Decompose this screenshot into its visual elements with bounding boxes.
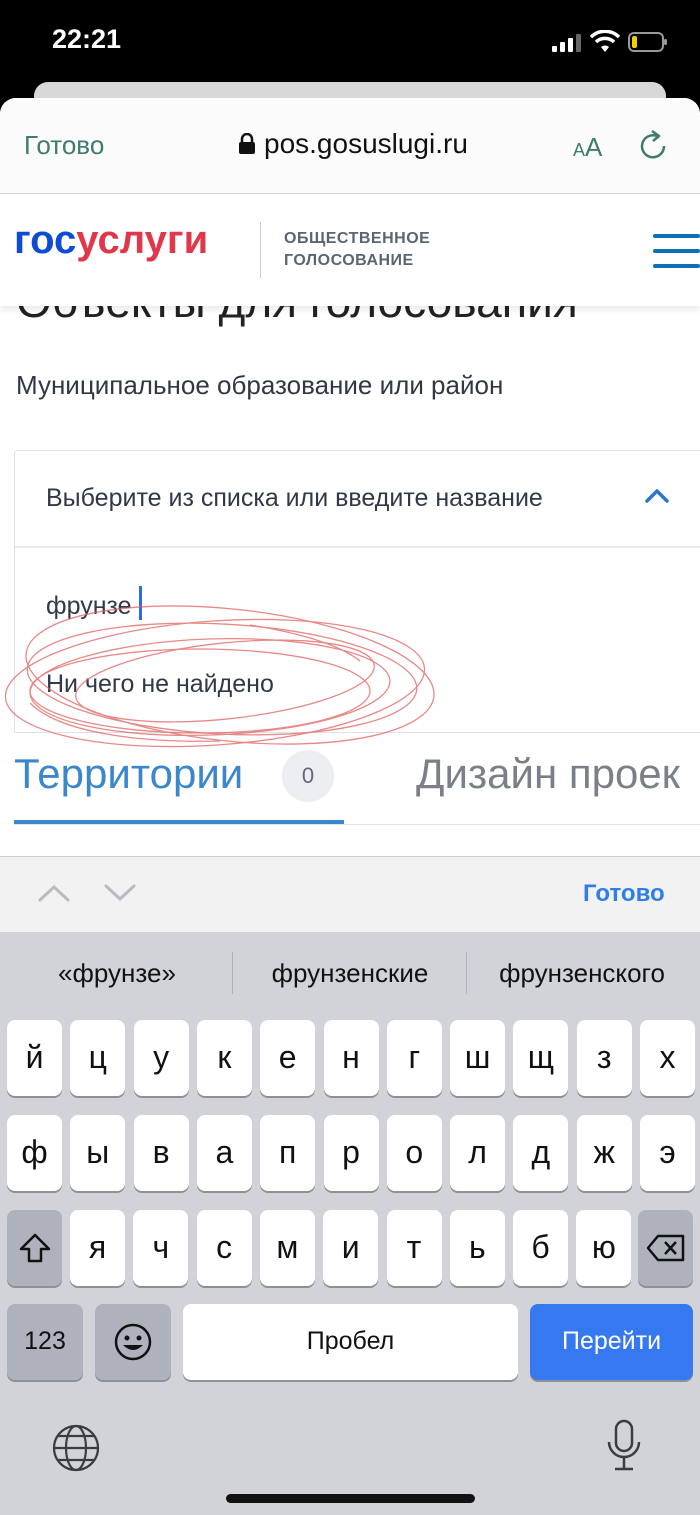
numbers-key[interactable]: 123	[7, 1304, 83, 1380]
tab-territories[interactable]: Территории	[14, 750, 243, 798]
key-о[interactable]: о	[386, 1115, 442, 1191]
go-key[interactable]: Перейти	[530, 1304, 693, 1380]
battery-icon	[628, 32, 667, 52]
home-indicator	[226, 1494, 475, 1503]
wifi-icon	[590, 30, 620, 52]
key-и[interactable]: и	[323, 1210, 379, 1286]
key-п[interactable]: п	[260, 1115, 316, 1191]
gosuslugi-logo[interactable]: госуслуги	[14, 218, 208, 263]
key-ю[interactable]: ю	[576, 1210, 632, 1286]
site-header: госуслуги ОБЩЕСТВЕННОЕ ГОЛОСОВАНИЕ	[0, 194, 700, 306]
key-б[interactable]: б	[513, 1210, 569, 1286]
cellular-signal-icon	[552, 34, 581, 52]
key-з[interactable]: з	[576, 1020, 632, 1096]
chevron-up-icon[interactable]	[644, 486, 670, 504]
key-м[interactable]: м	[259, 1210, 315, 1286]
url-text: pos.gosuslugi.ru	[264, 128, 468, 159]
key-ф[interactable]: ф	[7, 1115, 62, 1191]
shift-key[interactable]	[7, 1210, 62, 1286]
site-subtitle: ОБЩЕСТВЕННОЕ ГОЛОСОВАНИЕ	[284, 230, 431, 269]
suggestion-separator	[466, 952, 467, 994]
key-н[interactable]: н	[323, 1020, 379, 1096]
suggestion-2[interactable]: фрунзенские	[240, 958, 460, 989]
reload-icon[interactable]	[638, 128, 670, 162]
previous-field-icon[interactable]	[38, 884, 70, 902]
key-ь[interactable]: ь	[449, 1210, 505, 1286]
tabs-divider	[14, 824, 700, 825]
backspace-key[interactable]	[638, 1210, 693, 1286]
tab-design-projects[interactable]: Дизайн проек	[416, 750, 680, 798]
status-time: 22:21	[52, 24, 122, 54]
key-р[interactable]: р	[323, 1115, 379, 1191]
emoji-icon	[114, 1323, 152, 1361]
address-bar[interactable]: pos.gosuslugi.ru	[238, 128, 468, 160]
key-в[interactable]: в	[133, 1115, 189, 1191]
keyboard-done-button[interactable]: Готово	[583, 880, 665, 908]
key-л[interactable]: л	[450, 1115, 506, 1191]
key-й[interactable]: й	[7, 1020, 62, 1096]
key-э[interactable]: э	[640, 1115, 695, 1191]
select-placeholder: Выберите из списка или введите название	[46, 484, 543, 512]
key-ы[interactable]: ы	[70, 1115, 126, 1191]
key-д[interactable]: д	[513, 1115, 569, 1191]
key-с[interactable]: с	[196, 1210, 252, 1286]
suggestion-3[interactable]: фрунзенского	[472, 958, 692, 989]
key-щ[interactable]: щ	[513, 1020, 569, 1096]
text-size-button[interactable]: AA	[573, 132, 602, 163]
key-е[interactable]: е	[260, 1020, 316, 1096]
key-г[interactable]: г	[386, 1020, 442, 1096]
key-ч[interactable]: ч	[133, 1210, 189, 1286]
key-ж[interactable]: ж	[576, 1115, 632, 1191]
browser-sheet: Готово pos.gosuslugi.ru AA Объекты для г…	[0, 98, 700, 868]
key-я[interactable]: я	[70, 1210, 125, 1286]
field-label: Муниципальное образование или район	[16, 370, 504, 400]
globe-icon[interactable]	[50, 1422, 102, 1474]
browser-nav-bar: Готово pos.gosuslugi.ru AA	[0, 98, 700, 194]
key-ш[interactable]: ш	[450, 1020, 506, 1096]
lock-icon	[239, 133, 255, 154]
microphone-icon[interactable]	[604, 1418, 644, 1474]
emoji-key[interactable]	[95, 1304, 171, 1380]
suggestion-separator	[232, 952, 233, 994]
key-ц[interactable]: ц	[70, 1020, 126, 1096]
browser-done-button[interactable]: Готово	[24, 130, 104, 161]
red-scribble-annotation	[4, 605, 435, 748]
key-а[interactable]: а	[196, 1115, 252, 1191]
key-у[interactable]: у	[133, 1020, 189, 1096]
key-к[interactable]: к	[196, 1020, 252, 1096]
space-key[interactable]: Пробел	[183, 1304, 518, 1380]
key-х[interactable]: х	[640, 1020, 695, 1096]
shift-icon	[19, 1233, 50, 1263]
logo-divider	[260, 222, 261, 278]
menu-icon[interactable]	[653, 234, 700, 268]
key-т[interactable]: т	[386, 1210, 442, 1286]
next-field-icon[interactable]	[104, 884, 136, 902]
tab-count-badge: 0	[282, 750, 334, 802]
backspace-icon	[646, 1234, 684, 1262]
suggestion-1[interactable]: «фрунзе»	[7, 958, 227, 989]
